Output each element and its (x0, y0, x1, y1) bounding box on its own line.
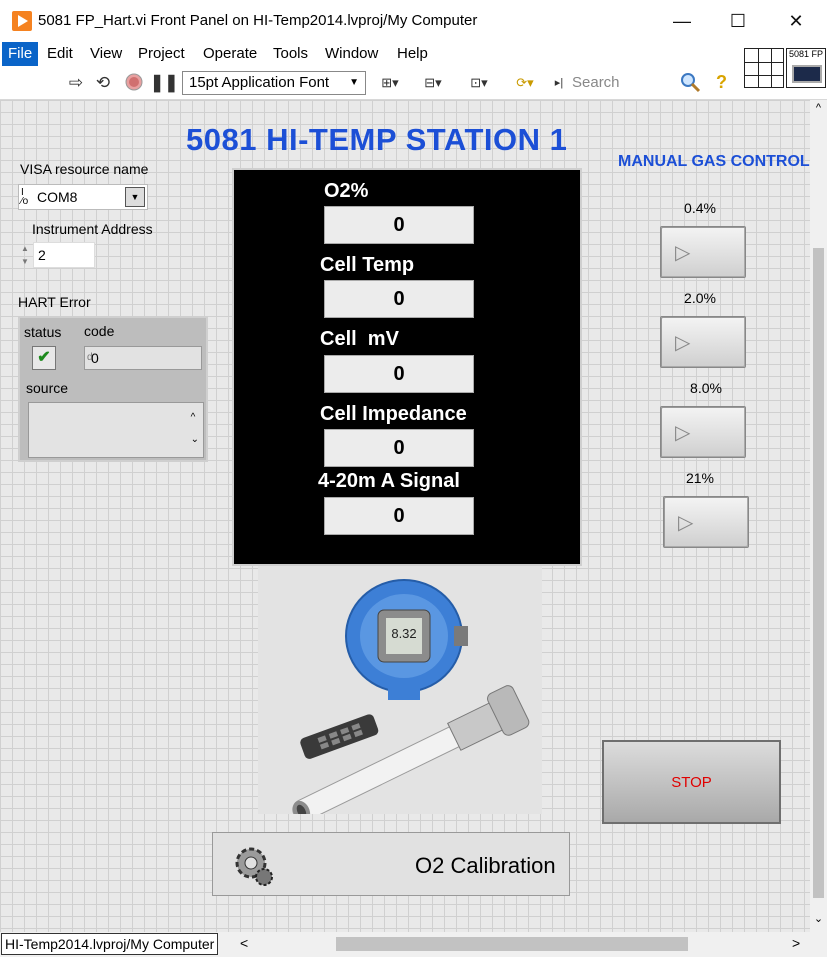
title-bar: 5081 FP_Hart.vi Front Panel on HI-Temp20… (0, 0, 827, 42)
minimize-button[interactable]: — (662, 6, 702, 36)
close-button[interactable]: ✕ (776, 6, 816, 36)
horizontal-scroll-thumb[interactable] (336, 937, 688, 951)
o2-indicator: 0 (324, 206, 474, 244)
search-expand-icon[interactable]: ▸| (552, 72, 566, 94)
search-icon[interactable] (678, 70, 702, 94)
reorder-icon[interactable]: ⟳▾ (508, 72, 542, 94)
menu-bar: File Edit View Project Operate Tools Win… (0, 42, 827, 66)
cell-temp-label: Cell Temp (320, 254, 415, 276)
maximize-button[interactable]: ☐ (718, 6, 758, 36)
o2-calibration-label: O2 Calibration (415, 853, 556, 878)
run-arrow-icon[interactable]: ⇨ (66, 72, 86, 94)
analyzer-device-image: 8.32 (258, 566, 542, 822)
gas-04-label: 0.4% (684, 200, 716, 216)
visa-resource-control[interactable]: I ⁄o COM8 ▼ (18, 184, 148, 210)
context-help-icon[interactable]: ? (716, 72, 727, 93)
source-scrollbar[interactable]: ^ ⌄ (191, 407, 199, 451)
menu-help[interactable]: Help (391, 42, 434, 66)
align-objects-icon[interactable]: ⊞▾ (373, 72, 407, 94)
address-input[interactable]: 2 (33, 242, 95, 268)
scroll-right-icon[interactable]: > (792, 935, 800, 951)
distribute-objects-icon[interactable]: ⊟▾ (416, 72, 450, 94)
address-label: Instrument Address (32, 221, 153, 237)
visa-value: COM8 (37, 189, 78, 205)
o2-calibration-button[interactable]: O2 Calibration (212, 832, 570, 896)
window-title: 5081 FP_Hart.vi Front Panel on HI-Temp20… (38, 12, 478, 29)
gas-80-label: 8.0% (690, 380, 722, 396)
front-panel: 5081 HI-TEMP STATION 1 VISA resource nam… (0, 100, 810, 932)
gas-20-label: 2.0% (684, 290, 716, 306)
hart-error-cluster: status code ✔ d 0 source ^ ⌄ (18, 316, 208, 462)
menu-file[interactable]: File (2, 42, 39, 66)
menu-operate[interactable]: Operate (197, 42, 263, 66)
stop-button[interactable]: STOP (602, 740, 781, 824)
address-increment-decrement[interactable]: ▲ ▼ (18, 242, 32, 270)
signal-indicator: 0 (324, 497, 474, 535)
station-title: 5081 HI-TEMP STATION 1 (186, 122, 568, 157)
error-code-field: d 0 (84, 346, 202, 370)
chevron-down-icon: ▼ (349, 77, 359, 88)
menu-window[interactable]: Window (319, 42, 384, 66)
cell-mv-label: Cell mV (320, 328, 399, 350)
vertical-scroll-thumb[interactable] (813, 248, 824, 898)
project-path: HI-Temp2014.lvproj/My Computer (1, 933, 219, 955)
visa-dropdown-button[interactable]: ▼ (125, 187, 145, 207)
signal-label: 4-20m A Signal (318, 470, 460, 492)
vertical-scrollbar[interactable]: ^ ⌄ (810, 100, 827, 932)
pause-icon[interactable]: ❚❚ (150, 72, 179, 94)
cell-impedance-label: Cell Impedance (320, 403, 467, 425)
status-label: status (24, 324, 62, 340)
code-label: code (84, 323, 115, 339)
cell-impedance-indicator: 0 (324, 429, 474, 467)
hart-error-label: HART Error (18, 294, 91, 310)
source-label: source (26, 380, 69, 396)
abort-icon[interactable] (123, 72, 145, 94)
run-continuously-icon[interactable]: ⟲ (92, 72, 114, 94)
gear-icon (231, 841, 277, 889)
gas-04-button[interactable]: ▷ (660, 226, 746, 278)
vi-icon-label: 5081 FP (788, 49, 824, 59)
menu-project[interactable]: Project (132, 42, 191, 66)
indicators-panel: O2% 0 Cell Temp 0 Cell mV 0 Cell Impedan… (232, 168, 582, 566)
gas-21-button[interactable]: ▷ (663, 496, 749, 548)
scroll-up-icon[interactable]: ^ (810, 102, 827, 114)
o2-label: O2% (324, 180, 369, 202)
menu-tools[interactable]: Tools (267, 42, 314, 66)
gas-20-button[interactable]: ▷ (660, 316, 746, 368)
toolbar: ⇨ ⟲ ❚❚ 15pt Application Font ▼ ⊞▾ ⊟▾ ⊡▾ … (0, 66, 827, 100)
resize-objects-icon[interactable]: ⊡▾ (462, 72, 496, 94)
scroll-down-icon[interactable]: ⌄ (810, 912, 827, 925)
error-source-field: ^ ⌄ (28, 402, 204, 458)
status-bar: HI-Temp2014.lvproj/My Computer < > (0, 932, 827, 957)
cell-temp-indicator: 0 (324, 280, 474, 318)
gas-control-title: MANUAL GAS CONTROL (618, 153, 810, 170)
gas-21-label: 21% (685, 470, 715, 486)
connector-pane-icon[interactable] (744, 48, 784, 88)
visa-label: VISA resource name (20, 161, 149, 177)
font-select[interactable]: 15pt Application Font ▼ (182, 71, 366, 95)
font-select-value: 15pt Application Font (189, 74, 330, 91)
status-check-icon: ✔ (32, 346, 56, 370)
code-prefix: d (87, 352, 93, 363)
labview-app-icon (12, 11, 32, 31)
gas-80-button[interactable]: ▷ (660, 406, 746, 458)
cell-mv-indicator: 0 (324, 355, 474, 393)
scroll-left-icon[interactable]: < (240, 935, 248, 951)
visa-prefix-icon: I ⁄o (21, 187, 29, 207)
device-display-reading: 8.32 (391, 626, 416, 641)
menu-view[interactable]: View (84, 42, 128, 66)
vi-icon[interactable]: 5081 FP (786, 48, 826, 88)
vi-icon-screen (792, 65, 822, 83)
menu-edit[interactable]: Edit (41, 42, 79, 66)
